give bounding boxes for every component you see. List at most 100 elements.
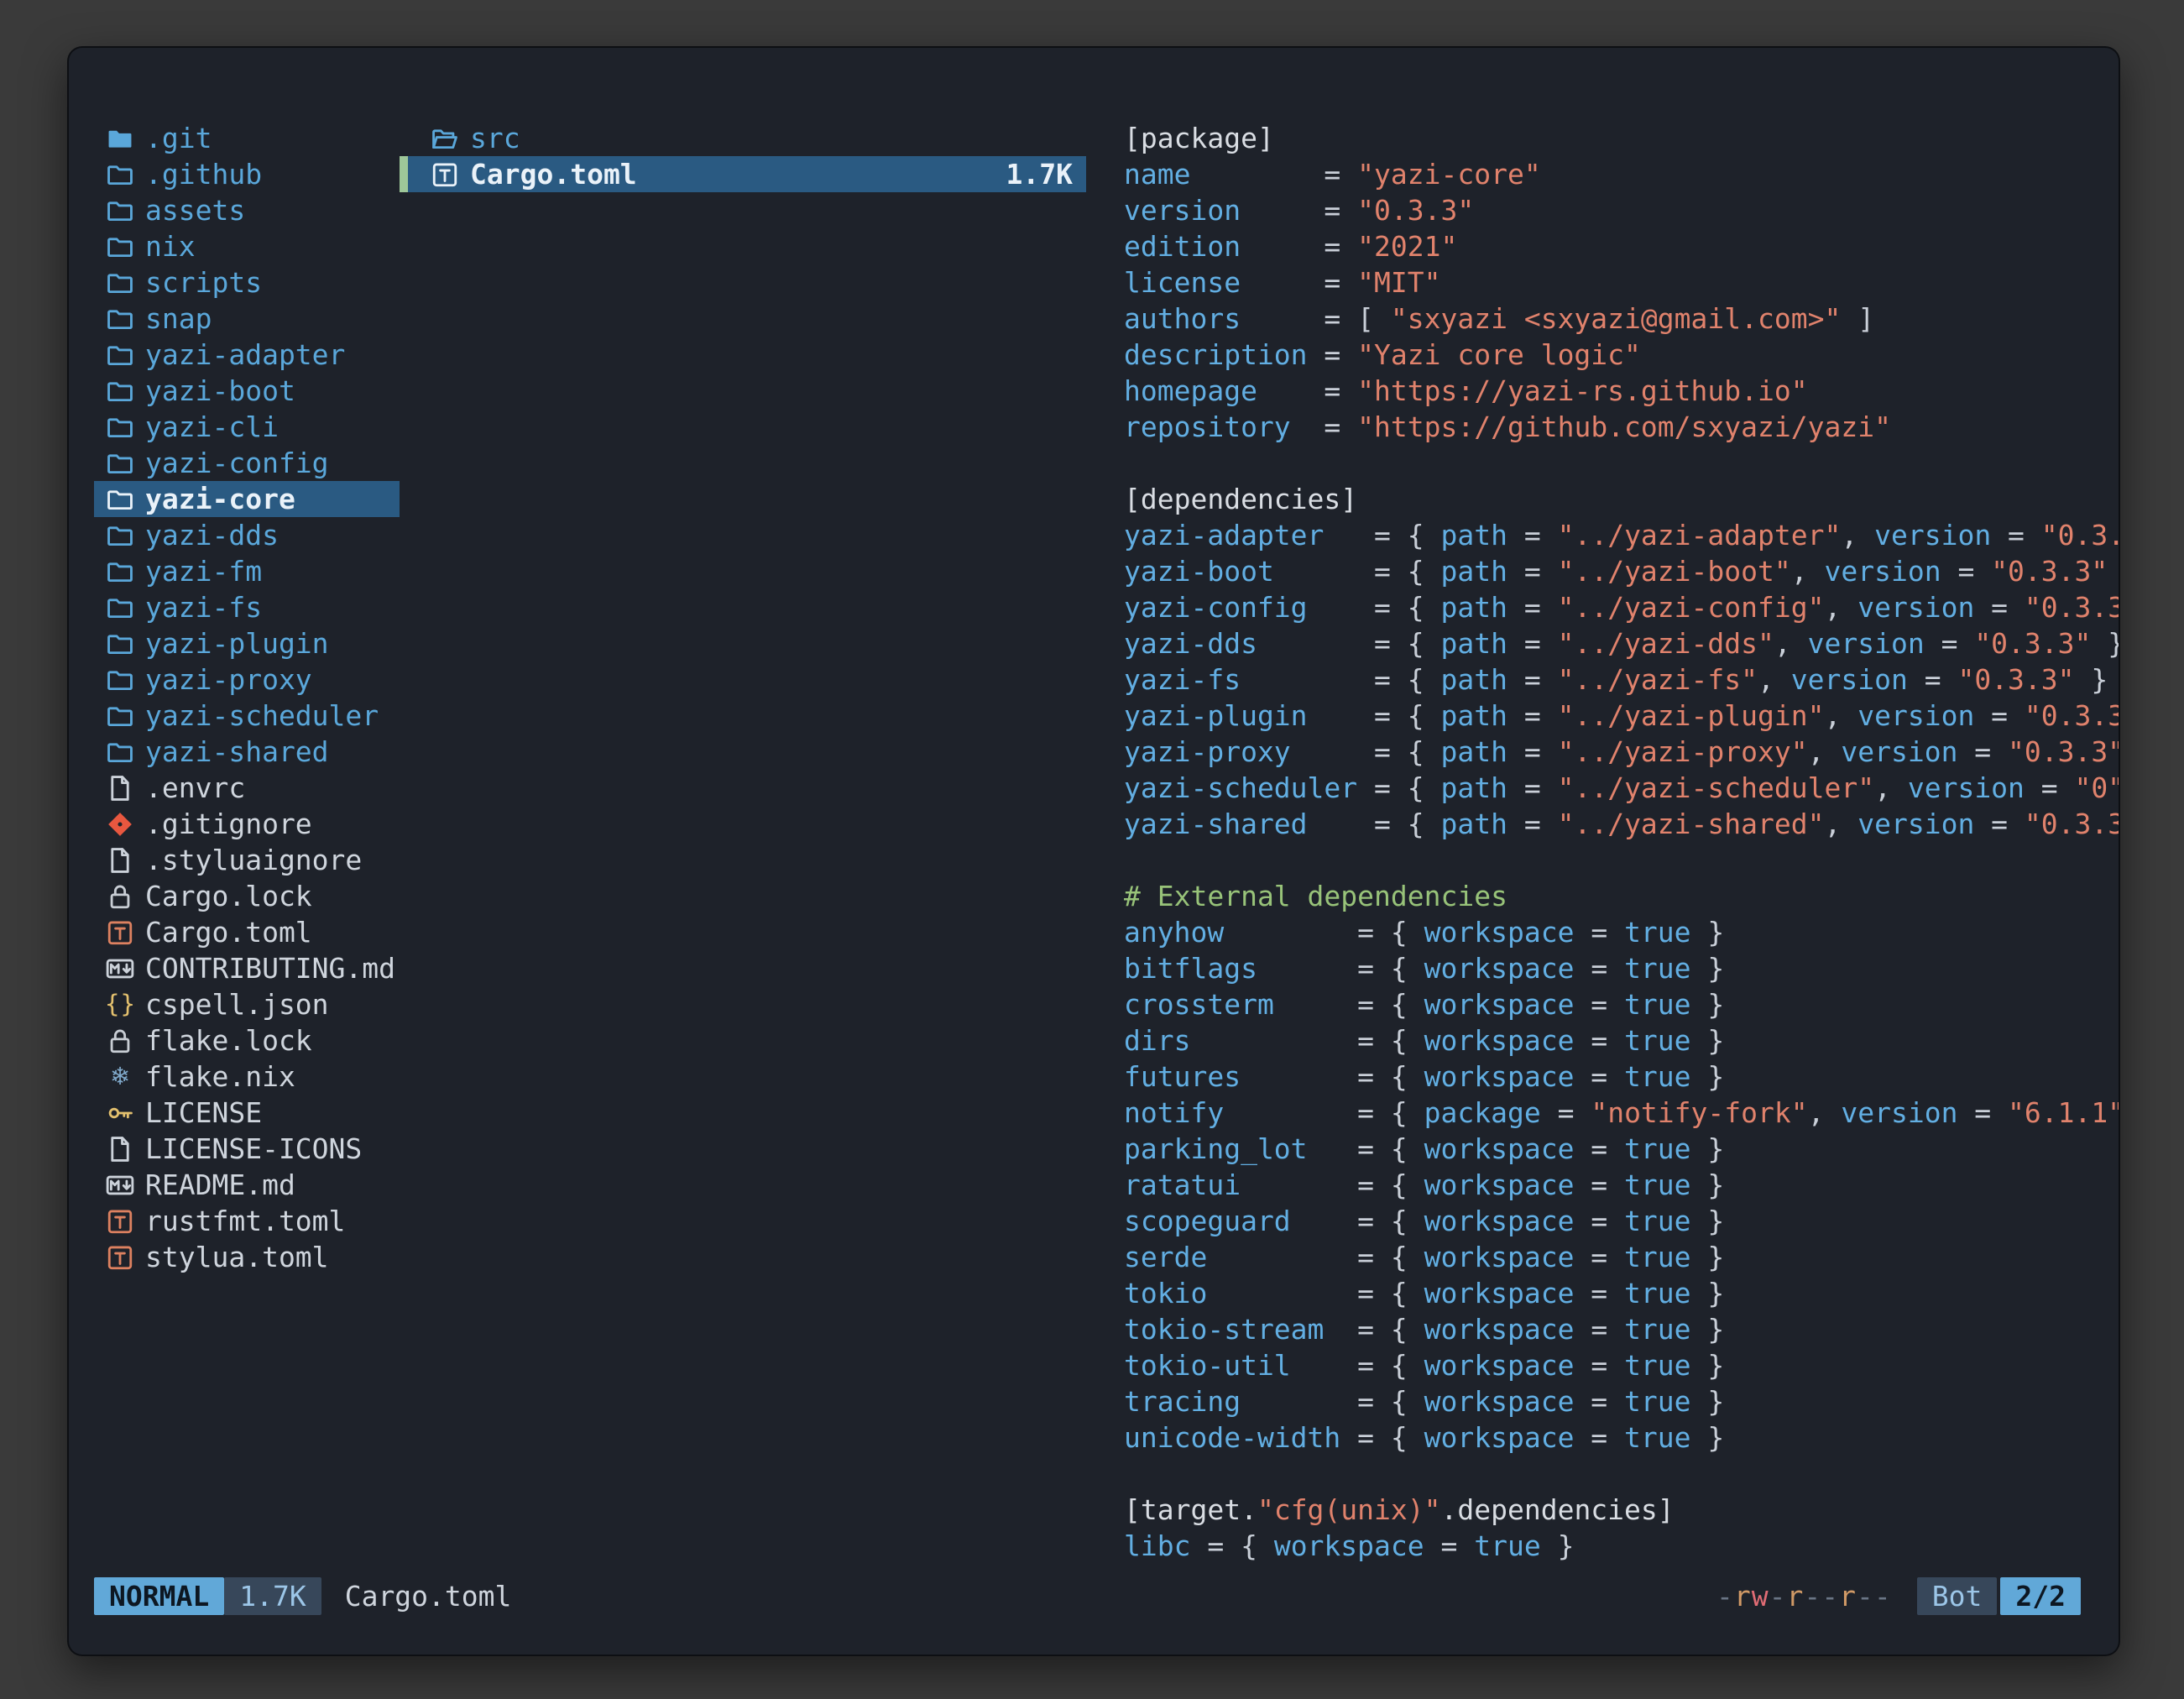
file-row[interactable]: yazi-proxy (94, 661, 400, 698)
preview-line: ratatui = { workspace = true } (1124, 1167, 2119, 1203)
file-icon (106, 846, 134, 875)
terminal-window: .git .githubassetsnixscriptssnapyazi-adap… (67, 46, 2120, 1656)
scroll-position-indicator: Bot (1917, 1577, 1998, 1615)
file-row[interactable]: Cargo.toml (94, 914, 400, 950)
file-count-indicator: 2/2 (2000, 1577, 2081, 1615)
file-name: yazi-config (145, 447, 329, 479)
file-row[interactable]: yazi-boot (94, 373, 400, 409)
file-name: .git (145, 122, 212, 154)
file-row[interactable]: scripts (94, 264, 400, 301)
lock-icon (106, 1027, 134, 1055)
preview-line: yazi-plugin = { path = "../yazi-plugin",… (1124, 698, 2119, 734)
file-name: rustfmt.toml (145, 1205, 345, 1237)
folder-icon (106, 413, 134, 442)
file-row[interactable]: nix (94, 228, 400, 264)
file-row[interactable]: README.md (94, 1167, 400, 1203)
file-row[interactable]: yazi-dds (94, 517, 400, 553)
folder-icon (106, 269, 134, 297)
file-name: stylua.toml (145, 1241, 329, 1273)
file-name: yazi-core (145, 483, 295, 515)
file-row[interactable]: yazi-plugin (94, 625, 400, 661)
preview-line: yazi-dds = { path = "../yazi-dds", versi… (1124, 625, 2119, 661)
file-row[interactable]: .envrc (94, 770, 400, 806)
markdown-icon (106, 954, 134, 983)
file-name: src (470, 122, 520, 154)
file-name: .gitignore (145, 808, 312, 840)
file-row[interactable]: yazi-cli (94, 409, 400, 445)
git-icon (106, 810, 134, 839)
preview-line: notify = { package = "notify-fork", vers… (1124, 1095, 2119, 1131)
file-row[interactable]: yazi-shared (94, 734, 400, 770)
lock-icon (106, 882, 134, 911)
selection-marker (400, 156, 408, 192)
folder-icon (106, 666, 134, 694)
preview-line: repository = "https://github.com/sxyazi/… (1124, 409, 2119, 445)
file-name: README.md (145, 1168, 295, 1201)
folder-icon (106, 233, 134, 261)
file-icon (106, 1135, 134, 1163)
file-name: .github (145, 158, 262, 191)
file-name: LICENSE-ICONS (145, 1132, 362, 1165)
preview-line: homepage = "https://yazi-rs.github.io" (1124, 373, 2119, 409)
preview-line: serde = { workspace = true } (1124, 1239, 2119, 1275)
folder-icon (106, 196, 134, 225)
preview-line: description = "Yazi core logic" (1124, 337, 2119, 373)
preview-line: license = "MIT" (1124, 264, 2119, 301)
file-row[interactable]: yazi-fs (94, 589, 400, 625)
file-size-indicator: 1.7K (224, 1577, 321, 1615)
preview-line: yazi-scheduler = { path = "../yazi-sched… (1124, 770, 2119, 806)
status-filename: Cargo.toml (345, 1580, 512, 1613)
file-row[interactable]: LICENSE-ICONS (94, 1131, 400, 1167)
file-size: 1.7K (1006, 158, 1073, 191)
mode-indicator: NORMAL (94, 1577, 224, 1615)
json-icon: {} (106, 991, 134, 1019)
file-row[interactable]: {}cspell.json (94, 986, 400, 1022)
toml-icon (106, 1243, 134, 1272)
current-directory-pane: srcCargo.toml1.7K (400, 120, 1086, 1576)
file-row[interactable]: .gitignore (94, 806, 400, 842)
file-row[interactable]: yazi-config (94, 445, 400, 481)
preview-line: yazi-shared = { path = "../yazi-shared",… (1124, 806, 2119, 842)
preview-line: parking_lot = { workspace = true } (1124, 1131, 2119, 1167)
preview-line: [package] (1124, 120, 2119, 156)
preview-line (1124, 1456, 2119, 1492)
preview-line: yazi-boot = { path = "../yazi-boot", ver… (1124, 553, 2119, 589)
file-name: yazi-proxy (145, 663, 312, 696)
preview-line: futures = { workspace = true } (1124, 1059, 2119, 1095)
folder-icon (106, 485, 134, 514)
preview-line: libc = { workspace = true } (1124, 1528, 2119, 1564)
file-row[interactable]: yazi-scheduler (94, 698, 400, 734)
file-row[interactable]: ❄flake.nix (94, 1059, 400, 1095)
preview-line: authors = [ "sxyazi <sxyazi@gmail.com>" … (1124, 301, 2119, 337)
file-row[interactable]: CONTRIBUTING.md (94, 950, 400, 986)
preview-line: yazi-config = { path = "../yazi-config",… (1124, 589, 2119, 625)
file-row[interactable]: .styluaignore (94, 842, 400, 878)
file-name: yazi-fm (145, 555, 262, 588)
file-name: scripts (145, 266, 262, 299)
file-row[interactable]: Cargo.lock (94, 878, 400, 914)
file-row[interactable]: Cargo.toml1.7K (400, 156, 1086, 192)
license-icon (106, 1099, 134, 1127)
file-row[interactable]: rustfmt.toml (94, 1203, 400, 1239)
file-row[interactable]: assets (94, 192, 400, 228)
file-row[interactable]: yazi-core (94, 481, 400, 517)
file-row[interactable]: flake.lock (94, 1022, 400, 1059)
file-row[interactable]: LICENSE (94, 1095, 400, 1131)
file-row[interactable]: yazi-adapter (94, 337, 400, 373)
file-row[interactable]: stylua.toml (94, 1239, 400, 1275)
parent-directory-pane: .git .githubassetsnixscriptssnapyazi-adap… (94, 120, 400, 1576)
folder-icon (106, 521, 134, 550)
file-row[interactable]: snap (94, 301, 400, 337)
preview-line: tracing = { workspace = true } (1124, 1383, 2119, 1419)
preview-line: [target."cfg(unix)".dependencies] (1124, 1492, 2119, 1528)
file-name: yazi-boot (145, 374, 295, 407)
file-name: yazi-adapter (145, 338, 345, 371)
file-row[interactable]: yazi-fm (94, 553, 400, 589)
folder-open-icon (431, 124, 459, 153)
folder-icon (106, 702, 134, 730)
file-row[interactable]: .git (94, 120, 400, 156)
preview-line: dirs = { workspace = true } (1124, 1022, 2119, 1059)
file-row[interactable]: .github (94, 156, 400, 192)
file-name: yazi-dds (145, 519, 279, 552)
file-row[interactable]: src (400, 120, 1086, 156)
